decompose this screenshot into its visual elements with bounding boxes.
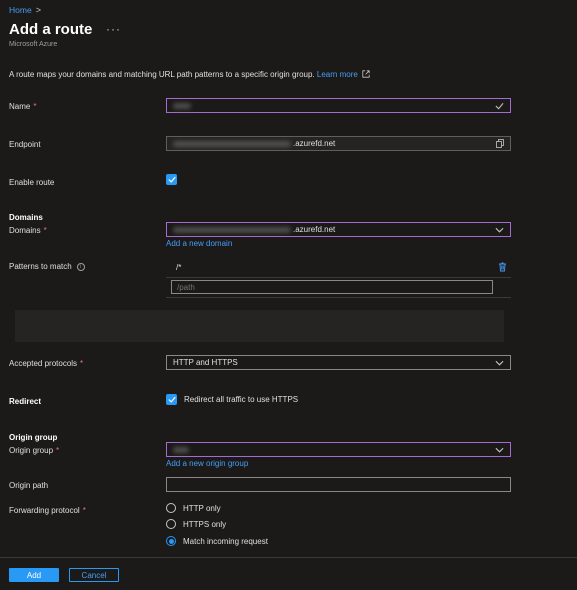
domains-section-heading: Domains [9,213,43,222]
description: A route maps your domains and matching U… [9,70,370,79]
chevron-down-icon [495,360,504,366]
name-input[interactable] [166,98,511,113]
patterns-label: Patterns to match i [9,262,85,271]
protocols-value: HTTP and HTTPS [173,358,238,367]
pattern-divider-bottom [166,297,511,298]
name-value-redacted [173,102,191,109]
description-text: A route maps your domains and matching U… [9,70,315,79]
cancel-button[interactable]: Cancel [69,568,119,582]
endpoint-value-redacted [173,140,291,147]
origin-group-label: Origin group * [9,446,60,455]
copy-icon[interactable] [496,139,504,148]
chevron-down-icon [495,447,504,453]
protocols-dropdown[interactable]: HTTP and HTTPS [166,355,511,370]
origin-section-heading: Origin group [9,433,58,442]
page-title: Add a route [9,21,93,38]
redirect-option[interactable]: Redirect all traffic to use HTTPS [166,394,298,405]
protocols-label: Accepted protocols * [9,359,84,368]
radio-label: HTTP only [183,503,221,513]
enable-route-label: Enable route [9,178,55,187]
radio-circle[interactable] [166,503,176,513]
domain-suffix: .azurefd.net [293,225,336,234]
page-subtitle: Microsoft Azure [9,41,58,48]
domain-value-redacted [173,226,291,233]
redirect-checkbox-label: Redirect all traffic to use HTTPS [184,395,299,404]
breadcrumb-home-link[interactable]: Home [9,5,32,15]
check-icon [167,176,176,183]
add-origin-group-link[interactable]: Add a new origin group [166,459,248,468]
more-options-icon[interactable]: ··· [106,22,121,36]
domains-label: Domains * [9,226,47,235]
add-button[interactable]: Add [9,568,59,582]
pattern-divider [166,277,511,278]
chevron-down-icon [495,227,504,233]
checkmark-icon [495,102,504,110]
name-label: Name * [9,102,37,111]
redirect-checkbox[interactable] [166,394,177,405]
radio-label: HTTPS only [183,519,227,529]
learn-more-label: Learn more [316,70,358,79]
trash-icon[interactable] [498,262,507,274]
redirect-label: Redirect [9,397,42,406]
enable-route-checkbox[interactable] [166,174,177,185]
check-icon [167,396,176,403]
endpoint-suffix: .azurefd.net [293,139,336,148]
domains-dropdown[interactable]: .azurefd.net [166,222,511,237]
pattern-input[interactable] [171,280,493,294]
radio-http-only[interactable]: HTTP only [166,503,221,513]
footer-divider [0,557,577,558]
radio-https-only[interactable]: HTTPS only [166,519,226,529]
pattern-existing: /* [176,263,182,272]
origin-path-label: Origin path [9,481,49,490]
forwarding-label: Forwarding protocol * [9,506,86,515]
info-icon[interactable]: i [76,262,85,271]
add-domain-link[interactable]: Add a new domain [166,239,232,248]
endpoint-field[interactable]: .azurefd.net [166,136,511,151]
origin-group-dropdown[interactable] [166,442,511,457]
external-link-icon [362,70,370,78]
radio-circle-selected[interactable] [166,536,176,546]
endpoint-label: Endpoint [9,140,41,149]
info-panel [15,310,504,342]
learn-more-link[interactable]: Learn more [317,70,370,79]
breadcrumb: Home > [9,5,41,15]
origin-value-redacted [173,446,189,453]
radio-match-incoming[interactable]: Match incoming request [166,536,268,546]
origin-path-input[interactable] [166,477,511,492]
radio-label: Match incoming request [183,536,268,546]
chevron-right-icon: > [35,5,41,15]
radio-circle[interactable] [166,519,176,529]
